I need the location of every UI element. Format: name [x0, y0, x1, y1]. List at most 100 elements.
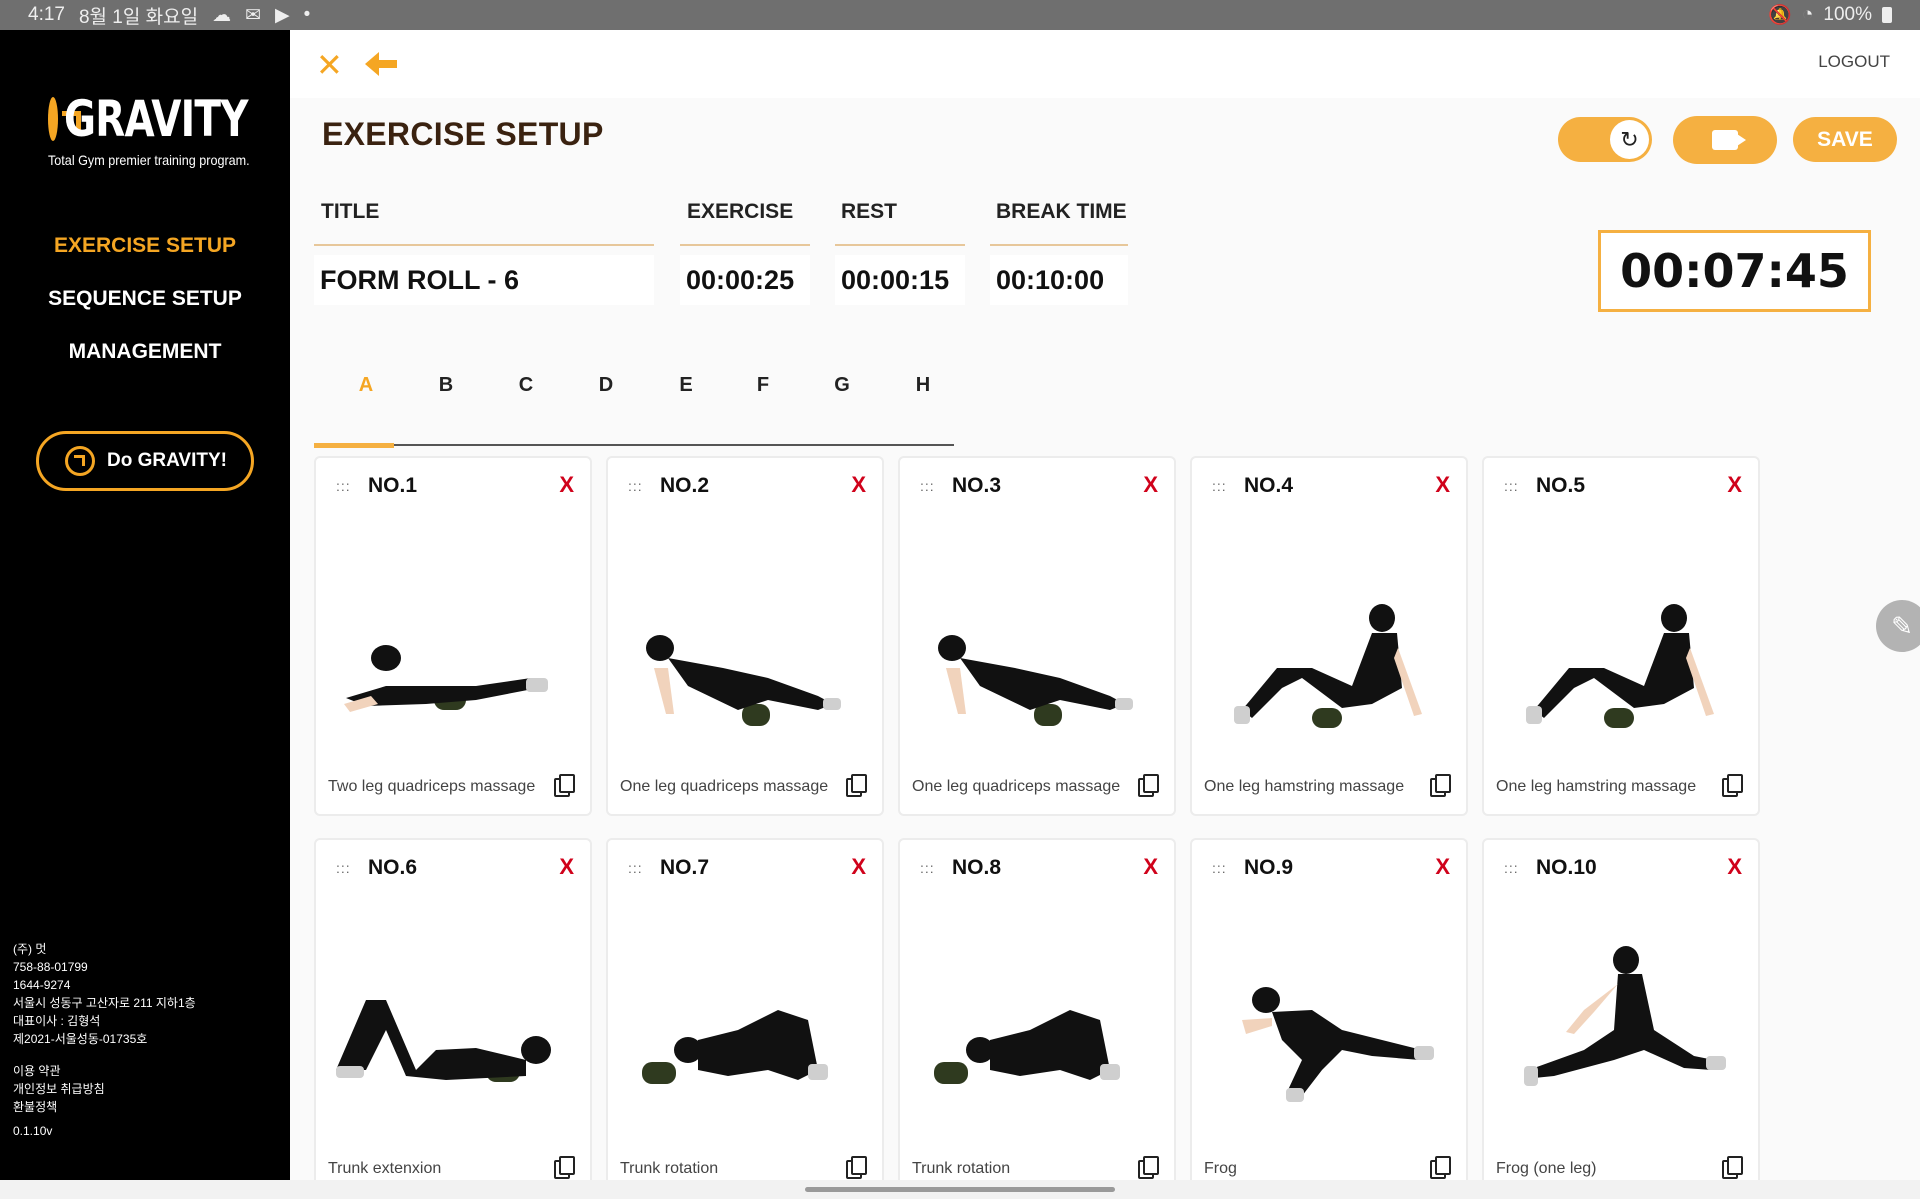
exercise-image [336, 1000, 551, 1082]
exercise-image [934, 1010, 1120, 1084]
copy-icon[interactable] [554, 1156, 575, 1179]
loop-toggle[interactable]: ↻ [1558, 117, 1652, 162]
exercise-number: NO.9 [1244, 856, 1294, 879]
exercise-number: NO.8 [952, 856, 1002, 879]
tab-c[interactable]: C [496, 370, 556, 434]
sidebar-nav: EXERCISE SETUP SEQUENCE SETUP MANAGEMENT [0, 233, 290, 392]
exercise-name: One leg hamstring massage [1204, 778, 1405, 795]
company-line: 서울시 성동구 고산자로 211 지하1층 [13, 996, 196, 1010]
exercise-image [642, 1010, 828, 1084]
exercise-number: NO.5 [1536, 474, 1586, 497]
gravity-logo[interactable]: GRAVITY Total Gym premier training progr… [48, 90, 250, 168]
exercise-name: Trunk rotation [620, 1160, 719, 1177]
back-arrow-icon[interactable] [365, 52, 397, 76]
break-time-field[interactable]: 00:10:00 [990, 255, 1128, 305]
close-icon[interactable]: ✕ [316, 49, 343, 81]
exercise-card[interactable]: ::: NO.6 X Trunk extenxion [314, 838, 592, 1198]
delete-exercise-button[interactable]: X [1435, 854, 1450, 880]
delete-exercise-button[interactable]: X [1143, 854, 1158, 880]
tab-h[interactable]: H [893, 370, 953, 434]
drag-handle-icon[interactable]: ::: [336, 478, 351, 494]
exercise-image [1526, 604, 1714, 728]
company-line: (주) 멋 [13, 942, 47, 956]
pencil-icon: ✎ [1891, 610, 1913, 641]
exercise-number: NO.1 [368, 474, 418, 497]
drag-handle-icon[interactable]: ::: [920, 478, 935, 494]
exercise-card[interactable]: ::: NO.7 X Trunk rotation [606, 838, 884, 1198]
drag-handle-icon[interactable]: ::: [628, 478, 643, 494]
exercise-card[interactable]: ::: NO.10 X Frog (one leg) [1482, 838, 1760, 1198]
terms-link[interactable]: 이용 약관 [13, 1062, 196, 1080]
exercise-card[interactable]: ::: NO.1 X Two leg quadriceps massage [314, 456, 592, 816]
drag-handle-icon[interactable]: ::: [1212, 860, 1227, 876]
tab-b[interactable]: B [416, 370, 476, 434]
tab-e[interactable]: E [656, 370, 716, 434]
add-video-button[interactable] [1673, 116, 1777, 164]
save-button[interactable]: SAVE [1793, 117, 1897, 162]
sidebar-item-exercise-setup[interactable]: EXERCISE SETUP [0, 233, 290, 286]
exercise-card[interactable]: ::: NO.8 X Trunk rotation [898, 838, 1176, 1198]
sidebar-item-management[interactable]: MANAGEMENT [0, 339, 290, 392]
tab-d[interactable]: D [576, 370, 636, 434]
company-line: 대표이사 : 김형석 [13, 1014, 101, 1028]
privacy-link[interactable]: 개인정보 취급방침 [13, 1080, 196, 1098]
exercise-name: Trunk extenxion [328, 1160, 442, 1177]
home-indicator[interactable] [805, 1187, 1115, 1192]
exercise-label: EXERCISE [687, 200, 794, 223]
mail-icon: ✉ [245, 4, 261, 26]
delete-exercise-button[interactable]: X [851, 472, 866, 498]
rest-time-field[interactable]: 00:00:15 [835, 255, 965, 305]
title-field[interactable]: FORM ROLL - 6 [314, 255, 654, 305]
logo-text: GRAVITY [64, 90, 248, 148]
delete-exercise-button[interactable]: X [559, 472, 574, 498]
tab-a[interactable]: A [336, 370, 396, 434]
exercise-name: Frog (one leg) [1496, 1160, 1597, 1177]
delete-exercise-button[interactable]: X [851, 854, 866, 880]
cloud-icon: ☁ [212, 4, 232, 26]
edit-pencil-button[interactable]: ✎ [1876, 600, 1920, 652]
exercise-card[interactable]: ::: NO.2 X One leg quadriceps massage [606, 456, 884, 816]
drag-handle-icon[interactable]: ::: [1504, 478, 1519, 494]
exercise-image [646, 635, 841, 726]
exercise-number: NO.10 [1536, 856, 1597, 879]
copy-icon[interactable] [1430, 774, 1451, 797]
delete-exercise-button[interactable]: X [1143, 472, 1158, 498]
copy-icon[interactable] [846, 1156, 867, 1179]
exercise-time-field[interactable]: 00:00:25 [680, 255, 810, 305]
video-plus-icon [1712, 130, 1746, 150]
tab-f[interactable]: F [733, 370, 793, 434]
refund-link[interactable]: 환불정책 [13, 1098, 196, 1116]
exercise-card[interactable]: ::: NO.9 X Frog [1190, 838, 1468, 1198]
do-gravity-button[interactable]: Do GRAVITY! [36, 431, 254, 491]
company-line: 1644-9274 [13, 978, 71, 992]
delete-exercise-button[interactable]: X [559, 854, 574, 880]
copy-icon[interactable] [1722, 774, 1743, 797]
copy-icon[interactable] [1138, 1156, 1159, 1179]
tab-g[interactable]: G [812, 370, 872, 434]
logo-tagline: Total Gym premier training program. [48, 152, 250, 168]
copy-icon[interactable] [1722, 1156, 1743, 1179]
drag-handle-icon[interactable]: ::: [1504, 860, 1519, 876]
status-date: 8월 1일 화요일 [78, 6, 199, 28]
delete-exercise-button[interactable]: X [1727, 854, 1742, 880]
drag-handle-icon[interactable]: ::: [920, 860, 935, 876]
delete-exercise-button[interactable]: X [1435, 472, 1450, 498]
drag-handle-icon[interactable]: ::: [628, 860, 643, 876]
copy-icon[interactable] [846, 774, 867, 797]
video-app-icon: ▶ [275, 4, 290, 26]
exercise-card[interactable]: ::: NO.5 X One leg hamstring massage [1482, 456, 1760, 816]
drag-handle-icon[interactable]: ::: [1212, 478, 1227, 494]
exercise-card[interactable]: ::: NO.3 X One leg quadriceps massage [898, 456, 1176, 816]
copy-icon[interactable] [1430, 1156, 1451, 1179]
copy-icon[interactable] [1138, 774, 1159, 797]
drag-handle-icon[interactable]: ::: [336, 860, 351, 876]
rest-label: REST [841, 200, 898, 223]
sidebar-item-sequence-setup[interactable]: SEQUENCE SETUP [0, 286, 290, 339]
delete-exercise-button[interactable]: X [1727, 472, 1742, 498]
copy-icon[interactable] [554, 774, 575, 797]
exercise-name: One leg quadriceps massage [912, 778, 1121, 795]
exercise-number: NO.4 [1244, 474, 1294, 497]
page-title: EXERCISE SETUP [322, 116, 604, 152]
exercise-card[interactable]: ::: NO.4 X One leg hamstring massage [1190, 456, 1468, 816]
logout-link[interactable]: LOGOUT [1818, 52, 1890, 72]
